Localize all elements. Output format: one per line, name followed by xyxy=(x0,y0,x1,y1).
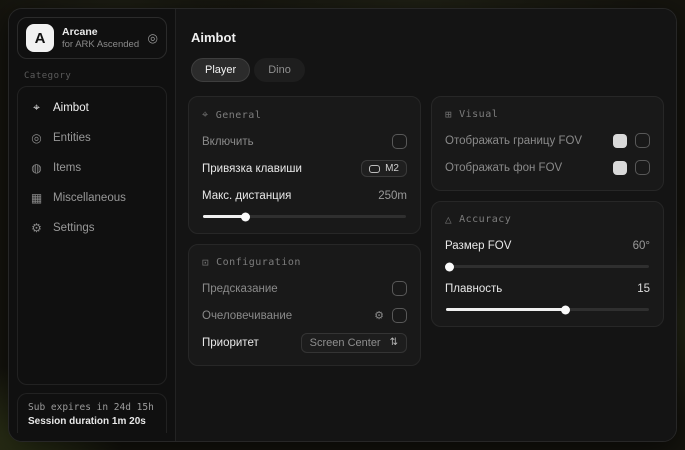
page-title: Aimbot xyxy=(191,30,664,45)
fov-size-row: Размер FOV 60° xyxy=(445,235,650,256)
tab-player[interactable]: Player xyxy=(191,58,250,82)
app-name: Arcane xyxy=(62,26,140,39)
distance-value: 250m xyxy=(378,190,407,202)
grid-icon: ▦ xyxy=(30,191,43,205)
tab-dino[interactable]: Dino xyxy=(254,58,305,82)
priority-label: Приоритет xyxy=(202,337,259,349)
priority-select[interactable]: Screen Center ⇅ xyxy=(301,333,407,353)
fov-bg-label: Отображать фон FOV xyxy=(445,162,562,174)
crosshair-icon: ⌖ xyxy=(30,100,43,115)
sidebar-item-items[interactable]: ◍ Items xyxy=(18,153,166,183)
distance-row: Макс. дистанция 250m xyxy=(202,185,407,206)
keybind-row: Привязка клавиши M2 xyxy=(202,158,407,179)
card-title-configuration: Configuration xyxy=(216,257,301,268)
keybind-label: Привязка клавиши xyxy=(202,163,302,175)
humanize-checkbox[interactable] xyxy=(392,308,407,323)
fov-border-checkbox[interactable] xyxy=(635,133,650,148)
smoothness-row: Плавность 15 xyxy=(445,278,650,299)
game-background: A Arcane for ARK Ascended ◎ Category ⌖ A… xyxy=(0,0,685,450)
main-panel: Aimbot Player Dino ⌖ General Включить xyxy=(176,9,676,441)
cards-grid: ⌖ General Включить Привязка клавиши M2 xyxy=(188,96,664,366)
fov-border-color-swatch[interactable] xyxy=(613,134,627,148)
prediction-row: Предсказание xyxy=(202,278,407,299)
fov-size-value: 60° xyxy=(633,240,650,252)
keybind-value: M2 xyxy=(385,163,399,174)
prediction-checkbox[interactable] xyxy=(392,281,407,296)
app-subtitle: for ARK Ascended xyxy=(62,39,140,51)
enable-checkbox[interactable] xyxy=(392,134,407,149)
app-window: A Arcane for ARK Ascended ◎ Category ⌖ A… xyxy=(8,8,677,442)
sidebar-item-entities[interactable]: ◎ Entities xyxy=(18,123,166,153)
sidebar-item-label: Settings xyxy=(53,222,95,234)
distance-slider[interactable] xyxy=(203,215,406,218)
enable-label: Включить xyxy=(202,136,254,148)
card-general: ⌖ General Включить Привязка клавиши M2 xyxy=(188,96,421,234)
radar-icon: ◎ xyxy=(30,131,43,145)
session-duration-text: Session duration 1m 20s xyxy=(28,416,156,427)
fov-border-row: Отображать границу FOV xyxy=(445,130,650,151)
slider-thumb[interactable] xyxy=(561,305,570,314)
fov-border-label: Отображать границу FOV xyxy=(445,135,582,147)
card-accuracy: △ Accuracy Размер FOV 60° xyxy=(431,201,664,327)
keybind-button[interactable]: M2 xyxy=(361,160,407,177)
sidebar-item-label: Items xyxy=(53,162,81,174)
smoothness-value: 15 xyxy=(637,283,650,295)
fov-bg-checkbox[interactable] xyxy=(635,160,650,175)
sidebar: A Arcane for ARK Ascended ◎ Category ⌖ A… xyxy=(9,9,176,441)
enable-row: Включить xyxy=(202,131,407,152)
fov-bg-row: Отображать фон FOV xyxy=(445,157,650,178)
card-configuration: ⊡ Configuration Предсказание Очеловечива… xyxy=(188,244,421,366)
fov-size-label: Размер FOV xyxy=(445,240,511,252)
priority-value: Screen Center xyxy=(310,337,381,349)
humanize-row: Очеловечивание ⚙ xyxy=(202,305,407,326)
visual-icon: ⊞ xyxy=(445,108,452,121)
smoothness-slider[interactable] xyxy=(446,308,649,311)
sidebar-item-aimbot[interactable]: ⌖ Aimbot xyxy=(18,92,166,123)
triangle-icon: △ xyxy=(445,213,452,226)
sidebar-item-label: Aimbot xyxy=(53,102,89,114)
priority-row: Приоритет Screen Center ⇅ xyxy=(202,332,407,353)
sidebar-item-label: Entities xyxy=(53,132,91,144)
subscription-info: Sub expires in 24d 15h Session duration … xyxy=(17,393,167,433)
fov-size-slider[interactable] xyxy=(446,265,649,268)
chevron-up-down-icon: ⇅ xyxy=(390,337,398,348)
sidebar-item-miscellaneous[interactable]: ▦ Miscellaneous xyxy=(18,183,166,213)
app-logo: A xyxy=(26,24,54,52)
sidebar-item-label: Miscellaneous xyxy=(53,192,126,204)
gear-icon: ⚙ xyxy=(30,221,43,235)
sidebar-nav: ⌖ Aimbot ◎ Entities ◍ Items ▦ Miscellane… xyxy=(17,86,167,385)
slider-thumb[interactable] xyxy=(241,212,250,221)
card-title-accuracy: Accuracy xyxy=(459,214,511,225)
target-icon[interactable]: ◎ xyxy=(148,31,158,45)
sub-expires-text: Sub expires in 24d 15h xyxy=(28,402,156,413)
slider-thumb[interactable] xyxy=(445,262,454,271)
card-title-general: General xyxy=(216,110,262,121)
card-title-visual: Visual xyxy=(459,109,498,120)
sidebar-item-settings[interactable]: ⚙ Settings xyxy=(18,213,166,243)
humanize-label: Очеловечивание xyxy=(202,310,292,322)
scan-icon: ⌖ xyxy=(202,108,209,122)
mouse-icon xyxy=(369,165,380,173)
tab-bar: Player Dino xyxy=(191,58,664,82)
category-label: Category xyxy=(24,71,160,81)
config-icon: ⊡ xyxy=(202,256,209,269)
smoothness-label: Плавность xyxy=(445,283,502,295)
gear-icon[interactable]: ⚙ xyxy=(374,309,384,322)
fov-bg-color-swatch[interactable] xyxy=(613,161,627,175)
box-icon: ◍ xyxy=(30,161,43,175)
prediction-label: Предсказание xyxy=(202,283,278,295)
card-visual: ⊞ Visual Отображать границу FOV Отобража… xyxy=(431,96,664,191)
brand-box: A Arcane for ARK Ascended ◎ xyxy=(17,17,167,59)
distance-label: Макс. дистанция xyxy=(202,190,291,202)
